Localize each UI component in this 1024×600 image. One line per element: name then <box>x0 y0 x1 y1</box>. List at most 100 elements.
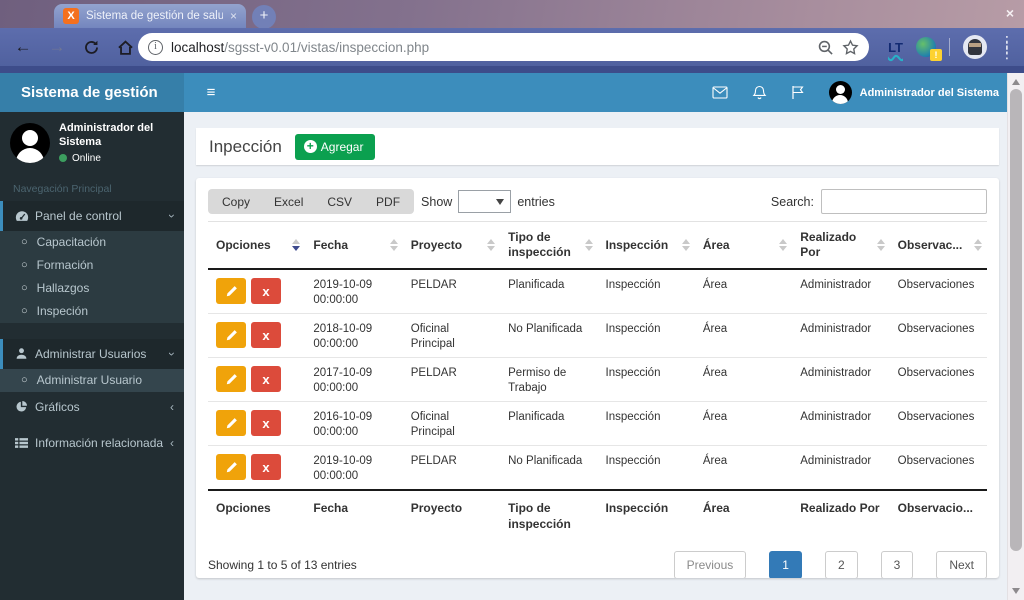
zoom-icon[interactable] <box>817 39 834 56</box>
pdf-button[interactable]: PDF <box>364 192 412 212</box>
edit-button[interactable] <box>216 366 246 392</box>
sidebar-item-administrar-usuario[interactable]: ○ Administrar Usuario <box>0 368 184 392</box>
bookmark-star-icon[interactable] <box>842 38 859 56</box>
edit-button[interactable] <box>216 322 246 348</box>
chrome-bottom-edge <box>0 66 1024 73</box>
footer-tipo: Tipo de inspección <box>500 489 598 538</box>
scrollbar-thumb[interactable] <box>1010 89 1022 551</box>
sort-icon <box>876 239 885 251</box>
home-icon[interactable] <box>108 39 142 56</box>
csv-button[interactable]: CSV <box>315 192 364 212</box>
brand-logo[interactable]: Sistema de gestión <box>0 73 184 112</box>
sidebar-toggle-icon[interactable]: ≡ <box>196 73 226 112</box>
sidebar-user-name: Administrador del Sistema <box>59 122 154 148</box>
sort-icon <box>779 239 788 251</box>
delete-button[interactable]: x <box>251 366 281 392</box>
table-row: x 2018-10-09 00:00:00 Oficinal Principal No… <box>208 313 987 358</box>
sidebar-item-graficos[interactable]: Gráficos ‹ <box>0 392 184 422</box>
sidebar-item-administrar-usuarios[interactable]: Administrar Usuarios › <box>0 338 184 369</box>
new-tab-button[interactable]: + <box>252 5 276 29</box>
navbar-user-name: Administrador del Sistema <box>859 86 999 99</box>
cell-inspeccion: Inspección <box>597 401 695 446</box>
page-info-icon[interactable]: i <box>148 39 163 55</box>
languagetool-extension-icon[interactable]: LT <box>888 40 903 55</box>
column-header-inspeccion[interactable]: Inspección <box>597 221 695 270</box>
url-text: localhost/sgsst-v0.01/vistas/inspeccion.… <box>171 40 809 55</box>
sidebar-item-hallazgos[interactable]: ○ Hallazgos <box>0 277 184 300</box>
delete-button[interactable]: x <box>251 410 281 436</box>
sidebar-item-informacion-relacionada[interactable]: Información relacionada ‹ <box>0 428 184 458</box>
delete-button[interactable]: x <box>251 454 281 480</box>
column-header-proyecto[interactable]: Proyecto <box>402 221 501 270</box>
edit-button[interactable] <box>216 410 246 436</box>
page-scrollbar[interactable] <box>1007 73 1024 600</box>
column-header-fecha[interactable]: Fecha <box>305 221 403 270</box>
previous-page-button[interactable]: Previous <box>673 551 747 578</box>
delete-button[interactable]: x <box>251 322 281 348</box>
cell-observaciones: Observaciones <box>889 357 987 402</box>
cell-observaciones: Observaciones <box>889 445 987 491</box>
copy-button[interactable]: Copy <box>210 192 262 212</box>
page-button-1[interactable]: 1 <box>769 551 802 578</box>
sort-icon <box>681 239 690 251</box>
excel-button[interactable]: Excel <box>262 192 315 212</box>
add-button[interactable]: + Agregar <box>294 133 376 160</box>
reload-icon[interactable] <box>74 39 108 56</box>
administrar-usuarios-submenu: ○ Administrar Usuario <box>0 368 184 392</box>
column-header-opciones[interactable]: Opciones <box>208 221 306 270</box>
scroll-up-icon[interactable] <box>1012 79 1020 85</box>
column-header-observaciones[interactable]: Observac... <box>889 221 987 270</box>
circle-bullet-icon: ○ <box>21 305 28 317</box>
next-page-button[interactable]: Next <box>936 551 987 578</box>
tab-close-icon[interactable]: × <box>230 9 237 23</box>
footer-area: Área <box>694 489 793 538</box>
column-header-tipo[interactable]: Tipo de inspección <box>500 221 598 270</box>
column-header-area[interactable]: Área <box>694 221 793 270</box>
edit-button[interactable] <box>216 278 246 304</box>
select-arrow-icon <box>496 199 505 205</box>
address-bar[interactable]: i localhost/sgsst-v0.01/vistas/inspeccio… <box>138 33 869 61</box>
scroll-down-icon[interactable] <box>1012 588 1020 594</box>
chevron-down-icon: › <box>165 213 179 218</box>
sidebar-user-panel: Administrador del Sistema Online <box>0 112 184 176</box>
row-actions: x <box>208 401 306 446</box>
navbar-user-menu[interactable]: Administrador del Sistema <box>828 81 999 104</box>
sidebar-item-label: Información relacionada <box>35 435 164 450</box>
delete-button[interactable]: x <box>251 278 281 304</box>
table-row: x 2016-10-09 00:00:00 Oficinal Principal Pl… <box>208 401 987 446</box>
sidebar-item-inspecion[interactable]: ○ Inspeción <box>0 300 184 323</box>
url-path: /sgsst-v0.01/vistas/inspeccion.php <box>224 39 430 55</box>
sidebar-item-panel-de-control[interactable]: Panel de control › <box>0 200 184 231</box>
window-close-icon[interactable]: × <box>1006 5 1014 21</box>
search-input[interactable] <box>821 189 987 214</box>
circle-bullet-icon: ○ <box>21 374 28 386</box>
page-title: Inpección <box>209 136 282 156</box>
messages-envelope-icon[interactable] <box>712 86 728 99</box>
entries-label: entries <box>517 194 555 209</box>
browser-tab[interactable]: X Sistema de gestión de salu × <box>54 4 246 28</box>
edit-button[interactable] <box>216 454 246 480</box>
back-icon[interactable]: ← <box>6 37 40 57</box>
page-length-select[interactable] <box>458 190 512 213</box>
cell-tipo: No Planificada <box>500 313 598 358</box>
sidebar-item-capacitacion[interactable]: ○ Capacitación <box>0 231 184 254</box>
globe-extension-icon[interactable]: ! <box>916 37 942 61</box>
table-footer-row: Opciones Fecha Proyecto Tipo de inspecci… <box>208 489 987 538</box>
pagination: Previous 1 2 3 Next <box>651 551 987 578</box>
page-button-2[interactable]: 2 <box>824 551 858 578</box>
cell-fecha: 2016-10-09 00:00:00 <box>305 401 403 446</box>
column-header-realizado[interactable]: Realizado Por <box>792 221 890 270</box>
user-icon <box>15 347 35 360</box>
browser-menu-icon[interactable]: ⋮ ⋮ ⋮ <box>1000 34 1014 60</box>
flag-icon[interactable] <box>791 85 805 100</box>
sidebar: Administrador del Sistema Online Navegac… <box>0 112 184 600</box>
browser-profile-avatar[interactable] <box>963 35 987 59</box>
sort-icon <box>584 239 593 251</box>
page-button-3[interactable]: 3 <box>880 551 914 578</box>
sidebar-item-formacion[interactable]: ○ Formación <box>0 254 184 277</box>
cell-realizado: Administrador <box>792 357 890 402</box>
extension-badge: ! <box>930 49 942 61</box>
forward-icon[interactable]: → <box>40 37 74 57</box>
chevron-down-icon: › <box>165 351 179 356</box>
notifications-bell-icon[interactable] <box>752 85 767 101</box>
